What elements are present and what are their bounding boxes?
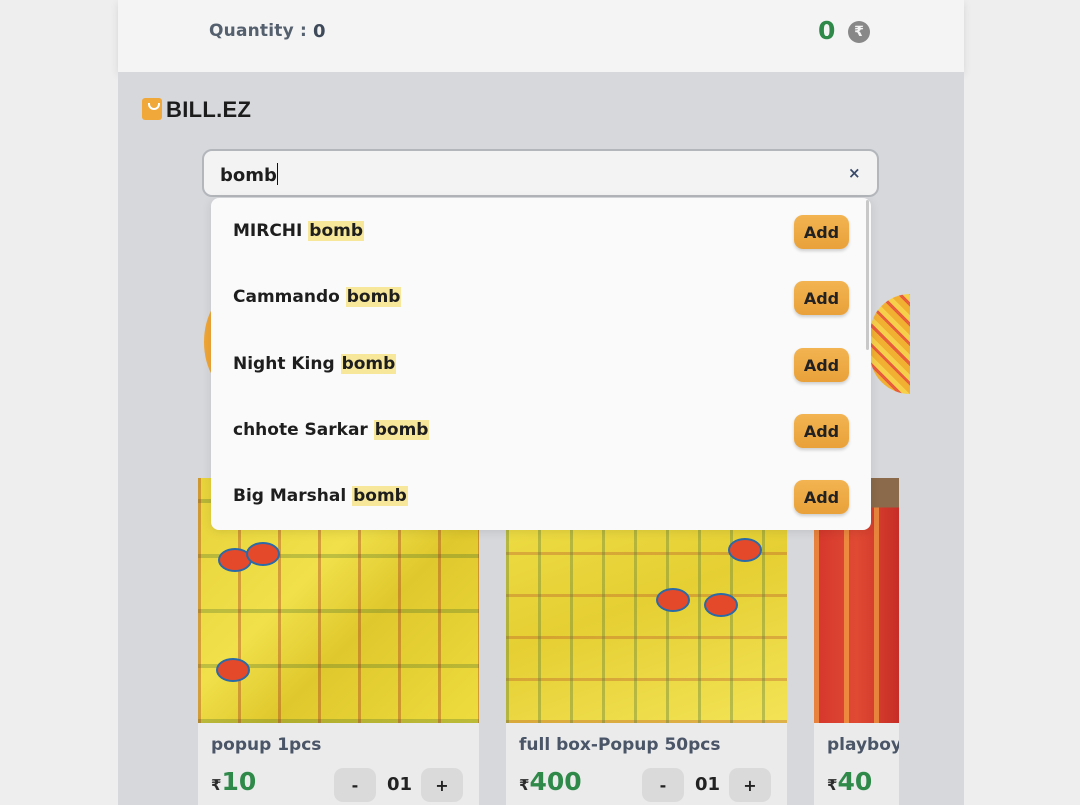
match-highlight: bomb xyxy=(340,354,397,374)
match-highlight: bomb xyxy=(345,287,402,307)
suggestion-label: MIRCHI bomb xyxy=(233,221,365,241)
pop-pop-logo xyxy=(656,588,690,612)
pop-pop-logo xyxy=(704,593,738,617)
pop-pop-logo xyxy=(216,658,250,682)
suggestions-scrollbar[interactable] xyxy=(866,200,869,350)
search-input[interactable]: bomb × xyxy=(202,149,879,197)
product-price: ₹10 xyxy=(211,767,257,796)
product-name: playboy xyxy=(827,735,899,755)
product-name: full box-Popup 50pcs xyxy=(519,735,721,755)
add-button[interactable]: Add xyxy=(794,348,849,382)
quantity-stepper-value: 01 xyxy=(695,774,721,795)
add-button[interactable]: Add xyxy=(794,281,849,315)
suggestion-label: Big Marshal bomb xyxy=(233,486,408,506)
text-caret xyxy=(276,163,278,185)
quantity-value: 0 xyxy=(313,21,326,42)
decrease-quantity-button[interactable]: - xyxy=(642,768,684,802)
suggestion-label: Cammando bomb xyxy=(233,287,402,307)
quantity-stepper-value: 01 xyxy=(387,774,413,795)
pop-pop-logo xyxy=(246,542,280,566)
suggestion-item[interactable]: MIRCHI bomb Add xyxy=(211,210,861,254)
match-highlight: bomb xyxy=(352,486,408,506)
add-button[interactable]: Add xyxy=(794,215,849,249)
shopping-bag-icon xyxy=(142,98,162,120)
product-price: ₹400 xyxy=(519,767,582,796)
suggestion-label: chhote Sarkar bomb xyxy=(233,420,430,440)
pop-pop-logo xyxy=(728,538,762,562)
decrease-quantity-button[interactable]: - xyxy=(334,768,376,802)
suggestion-item[interactable]: Cammando bomb Add xyxy=(211,276,861,320)
product-name: popup 1pcs xyxy=(211,735,322,755)
cart-summary-bar: Quantity : 0 0 ₹ xyxy=(118,0,964,72)
add-button[interactable]: Add xyxy=(794,414,849,448)
rupee-icon: ₹ xyxy=(848,21,870,43)
suggestion-item[interactable]: chhote Sarkar bomb Add xyxy=(211,409,861,453)
clear-search-icon[interactable]: × xyxy=(848,164,861,182)
brand-logo: BILL.EZ xyxy=(166,97,252,122)
category-circle[interactable] xyxy=(870,294,910,394)
search-suggestions: MIRCHI bomb Add Cammando bomb Add Night … xyxy=(211,198,871,530)
product-price: ₹40 xyxy=(827,767,873,796)
increase-quantity-button[interactable]: + xyxy=(729,768,771,802)
quantity-label: Quantity : xyxy=(209,21,308,41)
add-button[interactable]: Add xyxy=(794,480,849,514)
search-query[interactable]: bomb xyxy=(220,163,278,186)
total-amount: 0 xyxy=(818,16,836,45)
suggestion-item[interactable]: Big Marshal bomb Add xyxy=(211,475,861,519)
main-panel: BILL.EZ bomb × MIRCHI bomb Add Cammando … xyxy=(118,72,964,805)
increase-quantity-button[interactable]: + xyxy=(421,768,463,802)
suggestion-label: Night King bomb xyxy=(233,354,397,374)
match-highlight: bomb xyxy=(373,420,430,440)
match-highlight: bomb xyxy=(308,221,365,241)
suggestion-item[interactable]: Night King bomb Add xyxy=(211,343,861,387)
